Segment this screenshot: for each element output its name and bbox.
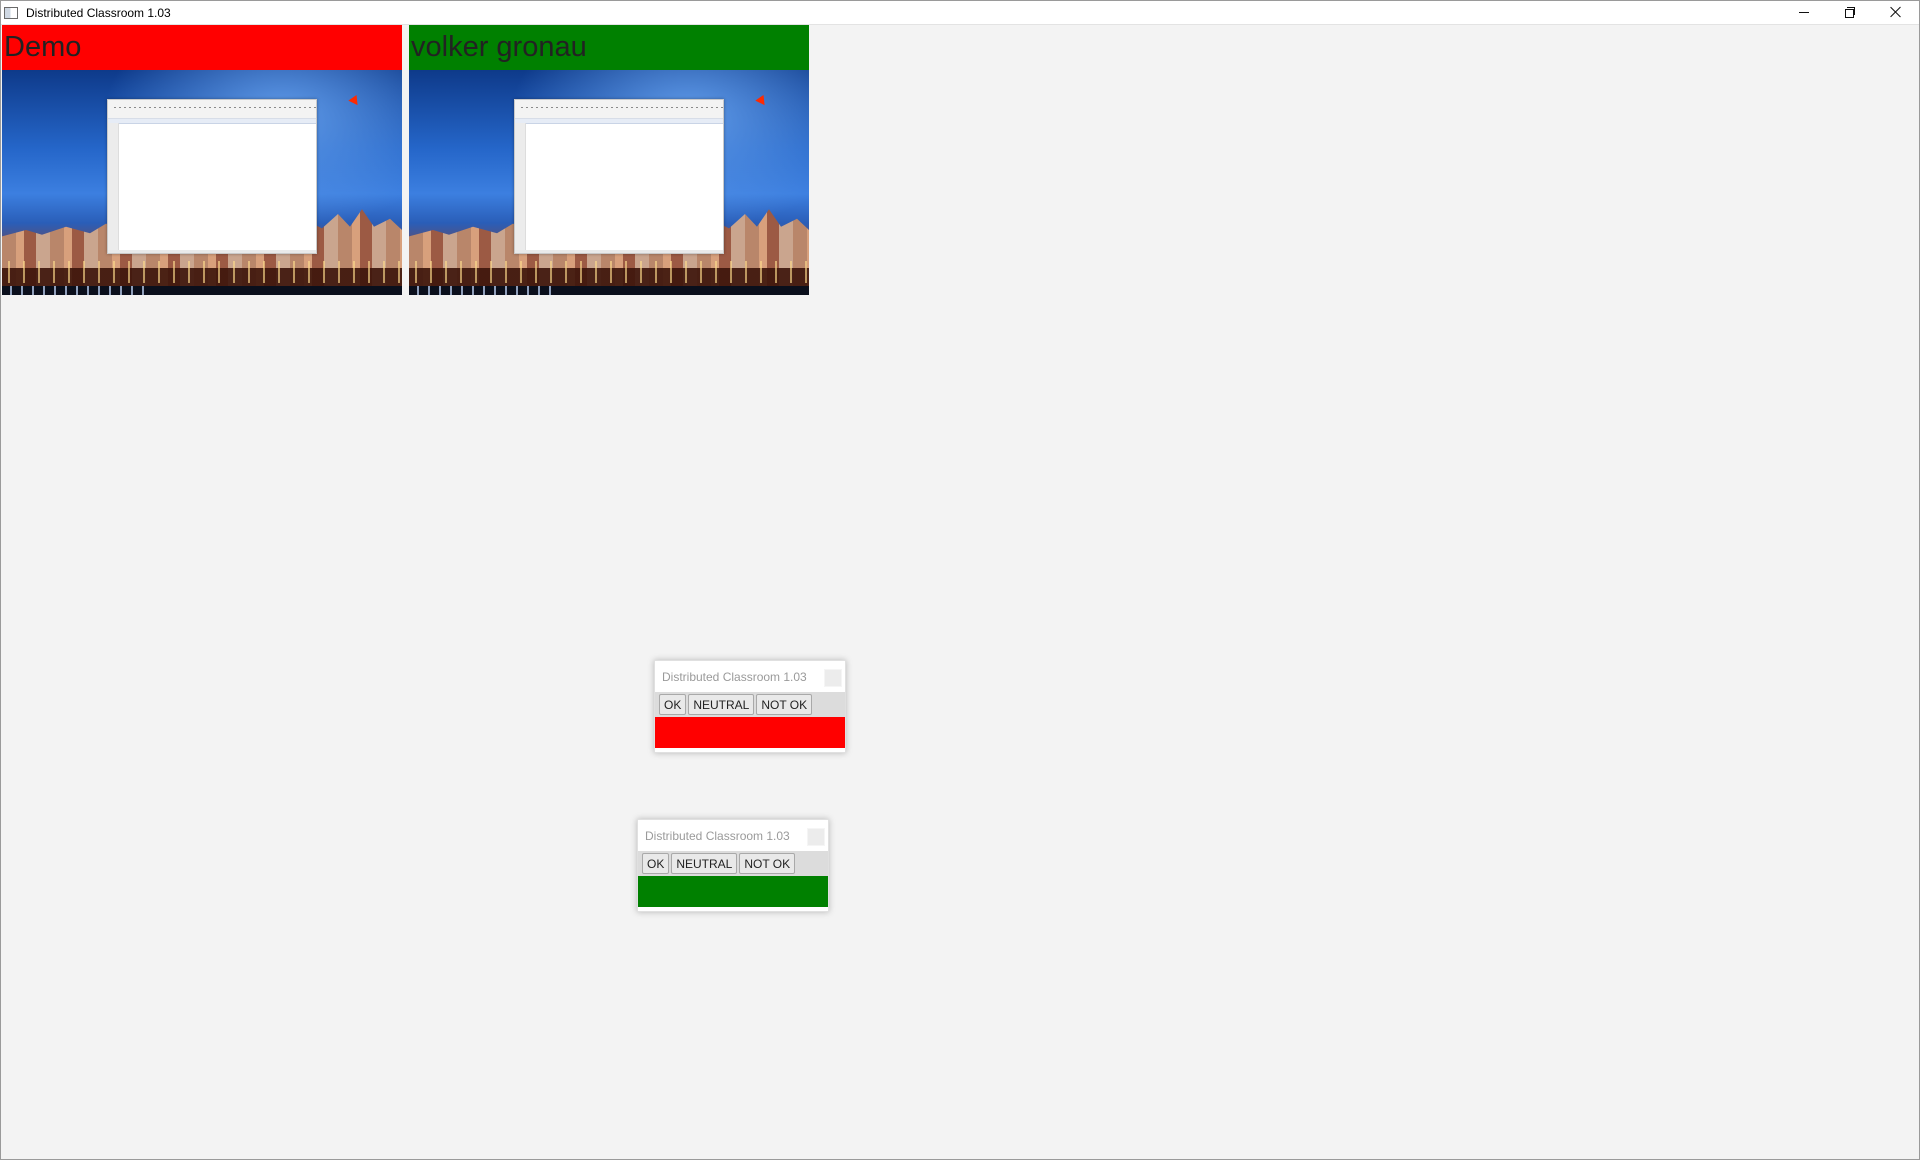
- close-icon: [1890, 6, 1902, 18]
- not-ok-button[interactable]: NOT OK: [756, 694, 813, 715]
- neutral-button[interactable]: NEUTRAL: [688, 694, 755, 715]
- ok-button[interactable]: OK: [642, 853, 670, 874]
- popup-title: Distributed Classroom 1.03: [662, 669, 807, 684]
- remote-taskbar: [2, 286, 402, 295]
- minimize-button[interactable]: [1781, 1, 1827, 23]
- student-screen-thumbnail[interactable]: [409, 70, 809, 295]
- remote-cursor-icon: [755, 94, 769, 109]
- remote-tabbar: [515, 119, 723, 124]
- student-tile-demo[interactable]: Demo: [2, 25, 402, 295]
- student-name-header: volker gronau: [409, 25, 809, 70]
- remote-cursor-icon: [348, 94, 362, 109]
- remote-taskbar: [409, 286, 809, 295]
- feedback-status-bar: [638, 876, 828, 907]
- remote-toolbar: [515, 100, 723, 119]
- remote-gutter: [108, 123, 119, 253]
- restore-icon: [1845, 7, 1855, 18]
- student-name: Demo: [4, 31, 82, 63]
- feedback-button-row: OK NEUTRAL NOT OK: [638, 851, 828, 876]
- popup-close-icon[interactable]: [824, 669, 842, 687]
- app-icon: [4, 6, 18, 19]
- feedback-status-bar: [655, 717, 845, 748]
- wallpaper-lights: [409, 261, 809, 283]
- remote-toolbar: [108, 100, 316, 119]
- remote-editor-window: [107, 99, 317, 254]
- remote-gutter: [515, 123, 526, 253]
- popup-title-bar[interactable]: Distributed Classroom 1.03: [655, 661, 845, 692]
- window-title: Distributed Classroom 1.03: [26, 5, 171, 20]
- student-screen-thumbnail[interactable]: [2, 70, 402, 295]
- window-controls: [1781, 1, 1919, 23]
- main-window: Distributed Classroom 1.03 Demo volker g…: [0, 0, 1920, 1160]
- student-name-header: Demo: [2, 25, 402, 70]
- neutral-button[interactable]: NEUTRAL: [671, 853, 738, 874]
- feedback-popup: Distributed Classroom 1.03 OK NEUTRAL NO…: [637, 819, 829, 912]
- popup-title: Distributed Classroom 1.03: [645, 828, 790, 843]
- remote-tabbar: [108, 119, 316, 124]
- not-ok-button[interactable]: NOT OK: [739, 853, 796, 874]
- title-bar[interactable]: Distributed Classroom 1.03: [1, 1, 1919, 25]
- popup-close-icon[interactable]: [807, 828, 825, 846]
- close-button[interactable]: [1873, 1, 1919, 23]
- popup-title-bar[interactable]: Distributed Classroom 1.03: [638, 820, 828, 851]
- restore-button[interactable]: [1827, 1, 1873, 23]
- feedback-button-row: OK NEUTRAL NOT OK: [655, 692, 845, 717]
- remote-editor-window: [514, 99, 724, 254]
- wallpaper-lights: [2, 261, 402, 283]
- ok-button[interactable]: OK: [659, 694, 687, 715]
- minimize-icon: [1799, 11, 1809, 13]
- feedback-popup: Distributed Classroom 1.03 OK NEUTRAL NO…: [654, 660, 846, 753]
- student-name: volker gronau: [411, 31, 587, 63]
- remote-statusbar: [515, 250, 723, 253]
- remote-statusbar: [108, 250, 316, 253]
- student-tile-volker-gronau[interactable]: volker gronau: [409, 25, 809, 295]
